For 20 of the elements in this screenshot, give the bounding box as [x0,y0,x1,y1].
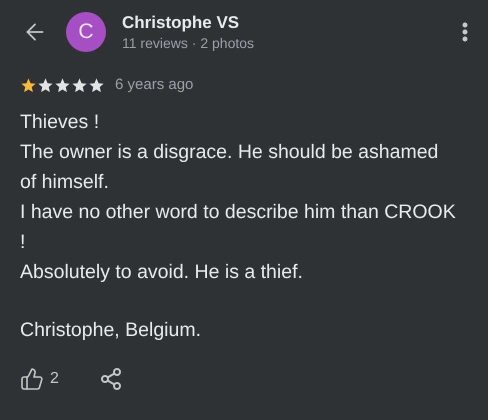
share-button[interactable] [98,366,123,390]
review-signature: Christophe, Belgium. [20,318,202,342]
review-text: Thieves ! [20,110,100,134]
star-icon [88,76,105,94]
reviewer-name: Christophe VS [122,12,240,34]
share-icon [98,366,123,390]
star-icon [71,76,88,94]
reviewer-meta: 11 reviews · 2 photos [122,34,256,52]
review-text: Absolutely to avoid. He is a thief. [20,260,304,284]
thumbs-up-icon [20,366,44,390]
avatar: C [66,12,106,52]
like-button[interactable]: 2 [20,366,59,390]
review-text: The owner is a disgrace. He should be ashamed of himself. [20,140,440,194]
star-icon [20,76,37,94]
more-options-button[interactable] [462,22,468,42]
star-icon [54,76,71,94]
review-text: I have no other word to describe him than CROOK ! [20,200,457,254]
more-options-icon [462,22,468,42]
review-time: 6 years ago [115,75,194,95]
star-icon [37,76,54,94]
